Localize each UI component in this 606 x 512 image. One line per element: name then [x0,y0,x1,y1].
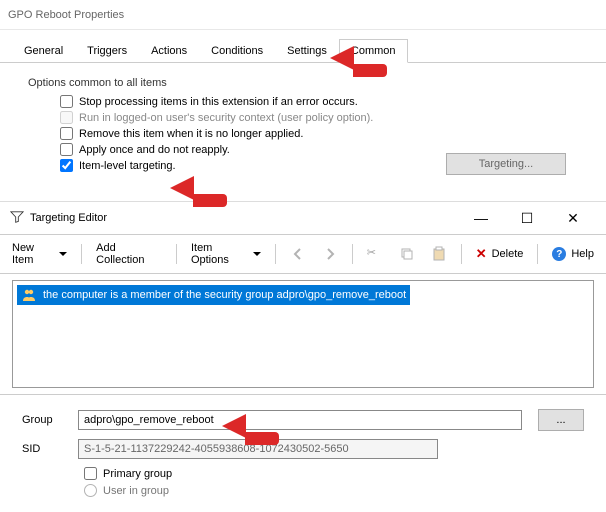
targeting-item[interactable]: the computer is a member of the security… [17,285,410,305]
editor-toolbar: New Item Add Collection Item Options ✂ [0,234,606,274]
separator [537,244,538,264]
targeting-button[interactable]: Targeting... [446,153,566,175]
arrow-left-icon [290,246,306,262]
checkbox-remove-item[interactable] [60,127,73,140]
tab-settings[interactable]: Settings [275,39,339,63]
scissors-icon: ✂ [367,246,383,262]
option-stop-processing[interactable]: Stop processing items in this extension … [60,95,578,108]
group-label: Group [22,414,62,426]
sid-field-row: SID [22,439,584,459]
arrow-right-icon [322,246,338,262]
options-heading: Options common to all items [28,77,578,89]
group-input[interactable] [78,410,522,430]
label-run-loggedon: Run in logged-on user's security context… [79,112,373,124]
tab-general[interactable]: General [12,39,75,63]
checkbox-item-level[interactable] [60,159,73,172]
primary-group-row[interactable]: Primary group [84,467,584,480]
option-run-loggedon: Run in logged-on user's security context… [60,111,578,124]
separator [81,244,82,264]
group-field-row: Group ... [22,409,584,431]
user-in-group-row[interactable]: User in group [84,484,584,497]
targeting-item-text: the computer is a member of the security… [43,289,406,301]
paste-button [425,243,453,265]
add-collection-button[interactable]: Add Collection [90,239,168,269]
option-remove-item[interactable]: Remove this item when it is no longer ap… [60,127,578,140]
tab-strip: General Triggers Actions Conditions Sett… [0,30,606,63]
checkbox-run-loggedon [60,111,73,124]
new-item-button[interactable]: New Item [6,239,73,269]
delete-icon: ✕ [476,246,487,262]
cut-button: ✂ [361,243,389,265]
browse-button[interactable]: ... [538,409,584,431]
editor-title: Targeting Editor [30,212,107,224]
help-icon: ? [552,247,566,261]
separator [461,244,462,264]
separator [176,244,177,264]
chevron-down-icon [59,252,67,256]
chevron-down-icon [253,252,261,256]
targeting-editor-window: Targeting Editor — ☐ ✕ New Item Add Coll… [0,201,606,503]
user-in-group-radio[interactable] [84,484,97,497]
tab-actions[interactable]: Actions [139,39,199,63]
help-button[interactable]: ? Help [546,244,600,264]
separator [275,244,276,264]
tab-triggers[interactable]: Triggers [75,39,139,63]
primary-group-label: Primary group [103,468,172,480]
funnel-icon [10,210,24,227]
minimize-button[interactable]: — [458,203,504,233]
move-left-button [284,243,312,265]
label-stop-processing: Stop processing items in this extension … [79,96,358,108]
window-title: GPO Reboot Properties [8,9,124,21]
sid-input [78,439,438,459]
maximize-button[interactable]: ☐ [504,203,550,233]
group-icon [21,287,37,303]
targeting-items-panel[interactable]: the computer is a member of the security… [12,280,594,388]
copy-icon [399,246,415,262]
delete-button[interactable]: ✕ Delete [470,243,530,265]
tab-common[interactable]: Common [339,39,408,63]
paste-icon [431,246,447,262]
properties-titlebar: GPO Reboot Properties [0,0,606,30]
item-options-button[interactable]: Item Options [185,239,267,269]
editor-fields: Group ... SID Primary group User in grou… [0,394,606,503]
user-in-group-label: User in group [103,485,169,497]
common-tab-content: Options common to all items Stop process… [0,63,606,189]
close-button[interactable]: ✕ [550,203,596,233]
editor-titlebar: Targeting Editor — ☐ ✕ [0,202,606,234]
sid-label: SID [22,443,62,455]
copy-button [393,243,421,265]
primary-group-checkbox[interactable] [84,467,97,480]
label-apply-once: Apply once and do not reapply. [79,144,230,156]
separator [352,244,353,264]
move-right-button [316,243,344,265]
label-remove-item: Remove this item when it is no longer ap… [79,128,303,140]
tab-conditions[interactable]: Conditions [199,39,275,63]
label-item-level: Item-level targeting. [79,160,176,172]
checkbox-apply-once[interactable] [60,143,73,156]
checkbox-stop-processing[interactable] [60,95,73,108]
